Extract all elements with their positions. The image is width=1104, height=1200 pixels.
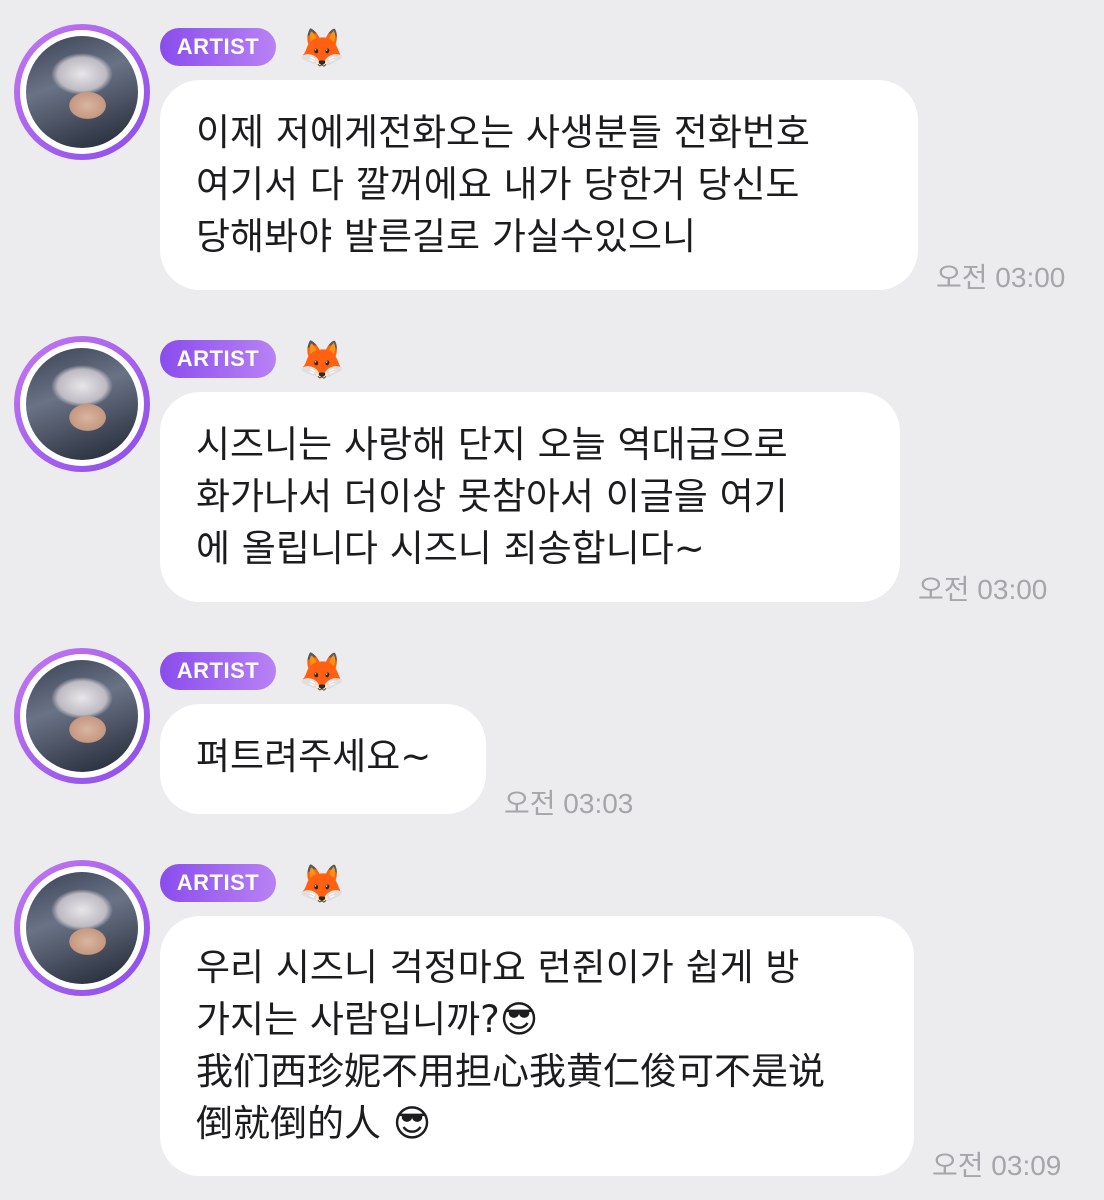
message-bubble[interactable]: 펴트려주세요~ <box>160 704 486 814</box>
message-timestamp: 오전 03:09 <box>932 1150 1062 1181</box>
artist-avatar[interactable] <box>14 24 150 160</box>
message-line: 이제 저에게전화오는 사생분들 전화번호 <box>196 111 810 154</box>
artist-badge: ARTIST <box>160 864 276 902</box>
message-line: 에 올립니다 시즈니 죄송합니다~ <box>196 527 705 570</box>
artist-badge: ARTIST <box>160 340 276 378</box>
message-timestamp: 오전 03:00 <box>918 574 1048 605</box>
message-line: 화가나서 더이상 못참아서 이글을 여기 <box>196 475 788 518</box>
message-line: 가지는 사람입니까?😎 <box>196 998 539 1041</box>
avatar-photo <box>26 660 138 772</box>
artist-avatar[interactable] <box>14 648 150 784</box>
artist-badge: ARTIST <box>160 28 276 66</box>
avatar-photo <box>26 872 138 984</box>
message-line: 펴트려주세요~ <box>196 735 432 778</box>
message-line: 我们西珍妮不用担心我黄仁俊可不是说 <box>196 1050 825 1093</box>
message-bubble[interactable]: 우리 시즈니 걱정마요 런쥔이가 쉽게 방 가지는 사람입니까?😎 我们西珍妮不… <box>160 916 914 1176</box>
avatar-photo <box>26 348 138 460</box>
fox-emoji-icon: 🦊 <box>298 26 346 70</box>
message-timestamp: 오전 03:03 <box>504 788 634 819</box>
fox-emoji-icon: 🦊 <box>298 650 346 694</box>
fox-emoji-icon: 🦊 <box>298 338 346 382</box>
message-bubble[interactable]: 이제 저에게전화오는 사생분들 전화번호 여기서 다 깔꺼에요 내가 당한거 당… <box>160 80 918 290</box>
avatar-photo <box>26 36 138 148</box>
message-line: 여기서 다 깔꺼에요 내가 당한거 당신도 <box>196 163 800 206</box>
message-line: 倒就倒的人 😎 <box>196 1102 432 1145</box>
message-line: 시즈니는 사랑해 단지 오늘 역대급으로 <box>196 423 788 466</box>
message-timestamp: 오전 03:00 <box>936 262 1066 293</box>
artist-avatar[interactable] <box>14 336 150 472</box>
artist-avatar[interactable] <box>14 860 150 996</box>
message-line: 당해봐야 발른길로 가실수있으니 <box>196 215 697 258</box>
message-bubble[interactable]: 시즈니는 사랑해 단지 오늘 역대급으로 화가나서 더이상 못참아서 이글을 여… <box>160 392 900 602</box>
artist-badge: ARTIST <box>160 652 276 690</box>
message-line: 우리 시즈니 걱정마요 런쥔이가 쉽게 방 <box>196 946 800 989</box>
fox-emoji-icon: 🦊 <box>298 862 346 906</box>
